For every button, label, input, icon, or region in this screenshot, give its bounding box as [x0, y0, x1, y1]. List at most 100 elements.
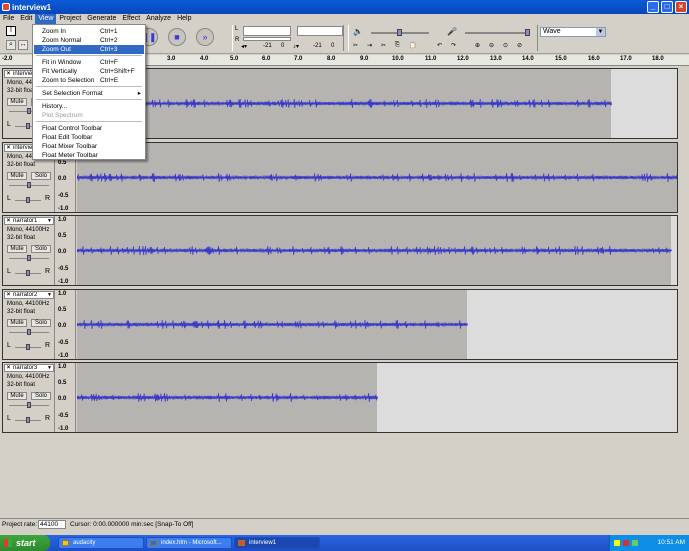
view-menu-item[interactable]: Float Mixer Toolbar: [34, 142, 144, 151]
menu-effect[interactable]: Effect: [119, 14, 143, 24]
copy-icon[interactable]: ⎘: [395, 42, 400, 49]
gain-knob[interactable]: [27, 255, 31, 261]
tray-icon-1[interactable]: [614, 540, 620, 546]
track-name-menu[interactable]: × narrator1 ▼: [4, 217, 54, 225]
input-volume-knob[interactable]: [525, 29, 530, 36]
view-menu-item[interactable]: Fit in Window Ctrl+F: [34, 58, 144, 67]
input-volume-slider[interactable]: [465, 32, 529, 34]
trim-icon[interactable]: ✂: [353, 42, 358, 49]
mic-icon: 🎤: [447, 27, 457, 36]
pan-knob[interactable]: [26, 344, 30, 350]
start-button[interactable]: start: [0, 535, 50, 551]
menu-project[interactable]: Project: [56, 14, 84, 24]
play-meter[interactable]: [243, 26, 291, 36]
close-track-icon[interactable]: ×: [5, 365, 12, 371]
chevron-down-icon[interactable]: ▼: [46, 365, 53, 371]
view-menu-item[interactable]: Zoom In Ctrl+1: [34, 27, 144, 36]
pan-knob[interactable]: [26, 197, 30, 203]
menu-generate[interactable]: Generate: [84, 14, 119, 24]
gain-knob[interactable]: [27, 108, 31, 114]
minimize-button[interactable]: _: [647, 1, 659, 13]
close-track-icon[interactable]: ×: [5, 218, 12, 224]
selection-tool-icon[interactable]: I: [6, 26, 16, 36]
menu-help[interactable]: Help: [174, 14, 194, 24]
mute-button[interactable]: Mute: [7, 98, 27, 106]
taskbar-item-interview1[interactable]: interview1: [234, 537, 320, 549]
pan-knob[interactable]: [26, 270, 30, 276]
silence-icon[interactable]: ⇥: [367, 42, 372, 49]
record-meter[interactable]: [297, 26, 343, 36]
maximize-button[interactable]: □: [661, 1, 673, 13]
solo-button[interactable]: Solo: [31, 392, 51, 400]
track-name-menu[interactable]: × narrator2 ▼: [4, 291, 54, 299]
pan-knob[interactable]: [26, 417, 30, 423]
redo-icon[interactable]: ↷: [451, 42, 456, 49]
tray-icon-2[interactable]: [623, 540, 629, 546]
track-bits: 32-bit float: [7, 88, 36, 94]
view-menu-item[interactable]: Fit Vertically Ctrl+Shift+F: [34, 67, 144, 76]
waveform-canvas[interactable]: [77, 216, 677, 285]
undo-icon[interactable]: ↶: [437, 42, 442, 49]
audio-track[interactable]: × narrator2 ▼ Mono, 44100Hz 32-bit float…: [2, 289, 678, 360]
waveform-canvas[interactable]: [77, 290, 677, 359]
chevron-down-icon[interactable]: ▼: [46, 292, 53, 298]
view-menu-item[interactable]: Zoom Out Ctrl+3: [34, 45, 144, 54]
wave-type-select[interactable]: Wave ▼: [540, 27, 606, 37]
pan-knob[interactable]: [26, 123, 30, 129]
mute-button[interactable]: Mute: [7, 392, 27, 400]
waveform-canvas[interactable]: [77, 143, 677, 212]
solo-button[interactable]: Solo: [31, 319, 51, 327]
status-bar: Project rate: 44100 Cursor: 0:00.000000 …: [0, 518, 689, 530]
menu-edit[interactable]: Edit: [17, 14, 35, 24]
skip-end-button[interactable]: »: [196, 28, 214, 46]
speaker-dd-icon[interactable]: ◂▾: [241, 43, 247, 50]
menu-file[interactable]: File: [0, 14, 17, 24]
menu-view[interactable]: View: [35, 14, 57, 24]
waveform-canvas[interactable]: [77, 363, 677, 432]
project-rate-value[interactable]: 44100: [38, 520, 66, 529]
mute-button[interactable]: Mute: [7, 172, 27, 180]
close-track-icon[interactable]: ×: [5, 145, 12, 151]
stop-button[interactable]: ■: [168, 28, 186, 46]
gain-knob[interactable]: [27, 182, 31, 188]
taskbar-item-audacity[interactable]: audacity: [58, 537, 144, 549]
close-track-icon[interactable]: ×: [5, 292, 12, 298]
mute-button[interactable]: Mute: [7, 319, 27, 327]
tray-icon-3[interactable]: [632, 540, 638, 546]
audio-track[interactable]: × narrator3 ▼ Mono, 44100Hz 32-bit float…: [2, 362, 678, 433]
audio-track[interactable]: × narrator1 ▼ Mono, 44100Hz 32-bit float…: [2, 215, 678, 286]
view-menu-item[interactable]: Zoom to Selection Ctrl+E: [34, 76, 144, 85]
taskbar-item-browser[interactable]: index.htm - Microsoft...: [146, 537, 232, 549]
close-track-icon[interactable]: ×: [5, 71, 12, 77]
view-menu-item[interactable]: Zoom Normal Ctrl+2: [34, 36, 144, 45]
paste-icon[interactable]: 📋: [409, 42, 416, 49]
timeshift-tool-icon[interactable]: ↔: [18, 40, 28, 50]
chevron-down-icon[interactable]: ▼: [46, 218, 53, 224]
output-volume-knob[interactable]: [397, 29, 402, 36]
waveform-canvas[interactable]: [77, 69, 677, 138]
gain-knob[interactable]: [27, 329, 31, 335]
view-menu-item[interactable]: History...: [34, 102, 144, 111]
cut-icon[interactable]: ✂: [381, 42, 386, 49]
gain-knob[interactable]: [27, 402, 31, 408]
menu-analyze[interactable]: Analyze: [143, 14, 174, 24]
view-menu-item[interactable]: Float Control Toolbar: [34, 124, 144, 133]
track-name-menu[interactable]: × narrator3 ▼: [4, 364, 54, 372]
mute-button[interactable]: Mute: [7, 245, 27, 253]
view-menu-item[interactable]: Float Meter Toolbar: [34, 151, 144, 160]
menu-item-label: Fit in Window: [42, 59, 82, 66]
solo-button[interactable]: Solo: [31, 245, 51, 253]
fit-selection-icon[interactable]: ⊙: [503, 42, 508, 49]
mic-dd-icon[interactable]: ♪▾: [293, 43, 299, 50]
fit-window-icon[interactable]: ⊘: [517, 42, 522, 49]
view-menu-item[interactable]: Set Selection Format ▸: [34, 89, 144, 98]
chevron-down-icon[interactable]: ▼: [596, 28, 605, 36]
pan-left-label: L: [7, 195, 11, 202]
play-meter-r[interactable]: [243, 37, 291, 41]
close-button[interactable]: ×: [675, 1, 687, 13]
zoom-tool-icon[interactable]: ⌕: [6, 40, 16, 50]
zoom-in-icon[interactable]: ⊕: [475, 42, 480, 49]
solo-button[interactable]: Solo: [31, 172, 51, 180]
view-menu-item[interactable]: Float Edit Toolbar: [34, 133, 144, 142]
zoom-out-icon[interactable]: ⊖: [489, 42, 494, 49]
